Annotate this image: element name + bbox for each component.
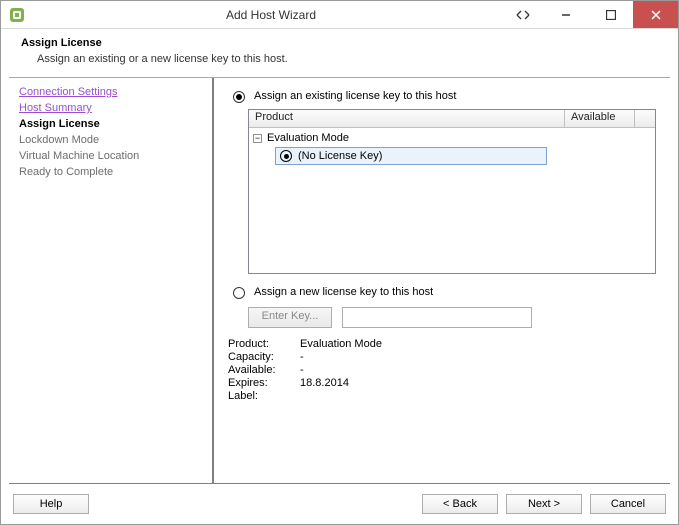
step-assign-license: Assign License [19, 116, 202, 132]
step-lockdown-mode: Lockdown Mode [19, 132, 202, 148]
window-controls [543, 1, 678, 28]
enter-key-row: Enter Key... [248, 307, 656, 328]
summary-product-label: Product: [228, 338, 300, 351]
radio-new-key[interactable] [233, 287, 245, 299]
summary-label-value [300, 390, 382, 403]
summary-capacity-value: - [300, 351, 382, 364]
close-button[interactable] [633, 1, 678, 28]
step-vm-location: Virtual Machine Location [19, 148, 202, 164]
radio-selected-icon [280, 150, 292, 162]
titlebar: Add Host Wizard [1, 1, 678, 29]
tree-body: − Evaluation Mode (No License Key) [249, 128, 655, 167]
license-summary: Product:Evaluation Mode Capacity:- Avail… [228, 338, 656, 403]
page-title: Assign License [21, 37, 658, 49]
step-ready-to-complete: Ready to Complete [19, 164, 202, 180]
radio-existing-row[interactable]: Assign an existing license key to this h… [228, 88, 656, 103]
license-key-input[interactable] [342, 307, 532, 328]
radio-new-row[interactable]: Assign a new license key to this host [228, 284, 656, 299]
wizard-steps-sidebar: Connection Settings Host Summary Assign … [9, 78, 214, 483]
summary-available-label: Available: [228, 364, 300, 377]
maximize-button[interactable] [588, 1, 633, 28]
wizard-footer: Help < Back Next > Cancel [1, 484, 678, 524]
radio-existing-label: Assign an existing license key to this h… [254, 90, 456, 102]
step-host-summary[interactable]: Host Summary [19, 100, 202, 116]
next-button[interactable]: Next > [506, 494, 582, 514]
wizard-content: Assign an existing license key to this h… [214, 78, 670, 483]
enter-key-button[interactable]: Enter Key... [248, 307, 332, 328]
summary-label-label: Label: [228, 390, 300, 403]
minimize-button[interactable] [543, 1, 588, 28]
wizard-window: Add Host Wizard Assign License Assign an… [0, 0, 679, 525]
radio-new-label: Assign a new license key to this host [254, 286, 433, 298]
step-connection-settings[interactable]: Connection Settings [19, 84, 202, 100]
summary-capacity-label: Capacity: [228, 351, 300, 364]
cancel-button[interactable]: Cancel [590, 494, 666, 514]
col-available[interactable]: Available [565, 110, 635, 127]
summary-available-value: - [300, 364, 382, 377]
tree-leaf-no-license[interactable]: (No License Key) [275, 147, 547, 165]
collapse-icon[interactable]: − [253, 134, 262, 143]
tree-header: Product Available [249, 110, 655, 128]
tree-group-label: Evaluation Mode [267, 132, 349, 144]
help-button[interactable]: Help [13, 494, 89, 514]
license-tree[interactable]: Product Available − Evaluation Mode (No … [248, 109, 656, 274]
summary-expires-value: 18.8.2014 [300, 377, 382, 390]
tree-leaf-label: (No License Key) [298, 150, 382, 162]
wizard-header: Assign License Assign an existing or a n… [1, 29, 678, 77]
back-button[interactable]: < Back [422, 494, 498, 514]
wizard-body: Connection Settings Host Summary Assign … [9, 77, 670, 484]
app-icon [5, 3, 29, 27]
restore-move-icon[interactable] [509, 3, 537, 27]
tree-group-row[interactable]: − Evaluation Mode [253, 130, 651, 146]
col-scroll-spacer [635, 110, 655, 127]
summary-product-value: Evaluation Mode [300, 338, 382, 351]
page-subtitle: Assign an existing or a new license key … [37, 53, 658, 65]
summary-expires-label: Expires: [228, 377, 300, 390]
window-title: Add Host Wizard [33, 8, 509, 22]
radio-existing-key[interactable] [233, 91, 245, 103]
col-product[interactable]: Product [249, 110, 565, 127]
